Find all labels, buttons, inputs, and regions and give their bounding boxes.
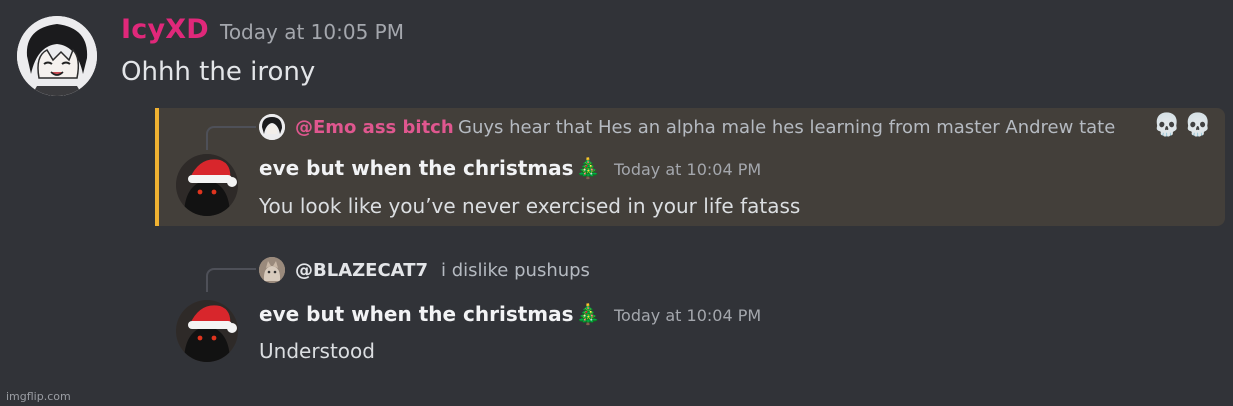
reply-mention[interactable]: @Emo ass bitch xyxy=(295,117,454,138)
reply-mention[interactable]: @BLAZECAT7 xyxy=(295,260,428,281)
avatar-eve[interactable] xyxy=(176,300,238,362)
username-icyxd[interactable]: IcyXD xyxy=(121,14,209,45)
message-timestamp: Today at 10:04 PM xyxy=(614,160,762,179)
message-text: Ohhh the irony xyxy=(121,57,316,87)
christmas-tree-icon: 🎄 xyxy=(575,156,601,180)
christmas-tree-icon: 🎄 xyxy=(575,302,601,326)
reply-spine xyxy=(206,268,256,292)
santa-cat-avatar-icon xyxy=(176,300,238,362)
santa-cat-avatar-icon xyxy=(176,154,238,216)
reply-spine xyxy=(206,126,256,150)
username-text: eve but when the christmas xyxy=(259,302,574,326)
anime-avatar-icon xyxy=(17,16,97,96)
message-timestamp: Today at 10:05 PM xyxy=(220,20,404,44)
reply-avatar-emo[interactable] xyxy=(259,114,285,140)
message-timestamp: Today at 10:04 PM xyxy=(614,306,762,325)
username-eve[interactable]: eve but when the christmas 🎄 xyxy=(259,156,600,180)
message-text: Understood xyxy=(259,339,375,363)
anime-avatar-icon xyxy=(259,114,285,140)
reply-preview-text[interactable]: Guys hear that Hes an alpha male hes lea… xyxy=(458,117,1115,138)
avatar-icyxd[interactable] xyxy=(17,16,97,96)
reply-avatar-blazecat[interactable] xyxy=(259,257,285,283)
avatar-eve[interactable] xyxy=(176,154,238,216)
watermark: imgflip.com xyxy=(6,390,71,403)
reply-preview-text[interactable]: i dislike pushups xyxy=(441,260,590,281)
username-eve[interactable]: eve but when the christmas 🎄 xyxy=(259,302,600,326)
username-text: eve but when the christmas xyxy=(259,156,574,180)
cat-avatar-icon xyxy=(259,257,285,283)
message-text: You look like you’ve never exercised in … xyxy=(259,194,801,218)
skull-emoji-icon: 💀💀 xyxy=(1153,113,1216,138)
